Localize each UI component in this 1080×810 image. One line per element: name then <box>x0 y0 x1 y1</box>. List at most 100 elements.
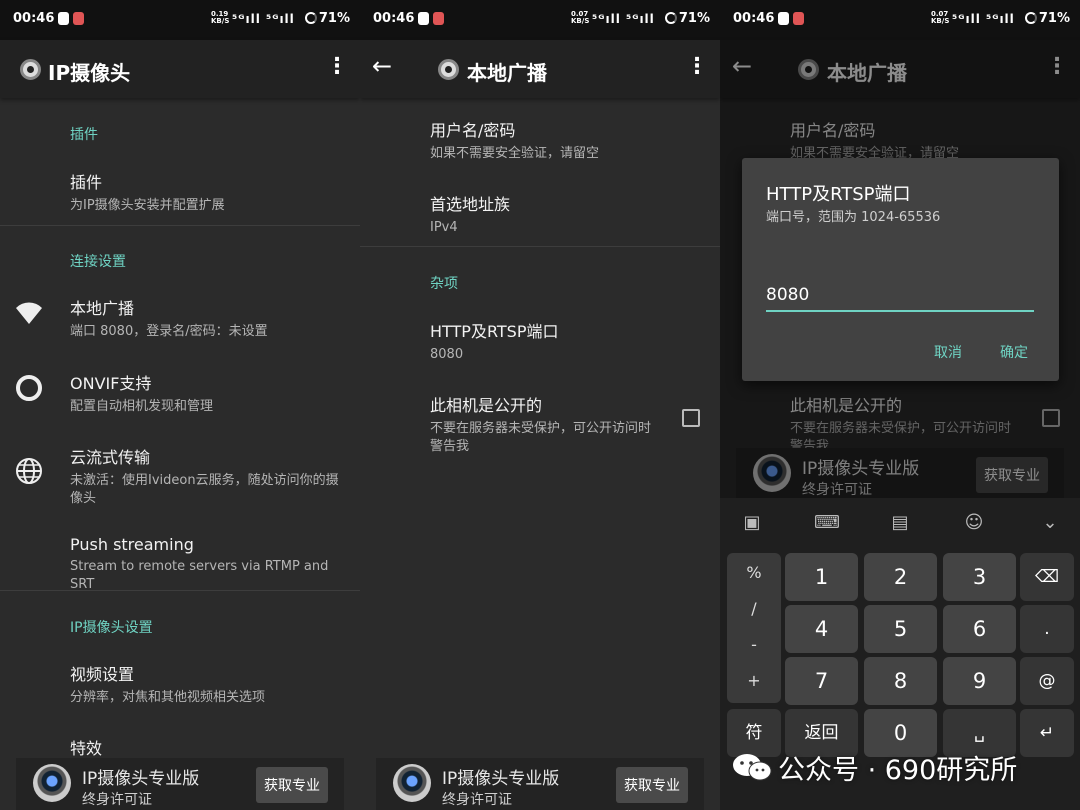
battery-icon <box>1024 12 1037 24</box>
document-icon[interactable]: ▤ <box>888 512 912 536</box>
setting-title: 特效 <box>70 739 103 758</box>
key-5[interactable]: 5 <box>864 605 937 653</box>
setting-subtitle: 8080 <box>430 347 464 362</box>
get-pro-button[interactable]: 获取专业 <box>256 767 328 803</box>
divider <box>360 246 720 247</box>
key-8[interactable]: 8 <box>864 657 937 705</box>
notification-icon <box>73 12 84 25</box>
setting-local-broadcast[interactable]: 本地广播 端口 8080，登录名/密码：未设置 <box>70 295 350 341</box>
key-7[interactable]: 7 <box>785 657 858 705</box>
globe-icon <box>16 458 42 484</box>
key-symbol[interactable]: + <box>727 671 781 690</box>
setting-subtitle: 端口 8080，登录名/密码：未设置 <box>70 324 268 339</box>
watermark: 公众号 · 690研究所 <box>720 742 1080 792</box>
battery: 71% <box>1024 11 1070 26</box>
pro-ad-banner[interactable]: IP摄像头专业版 终身许可证 获取专业 <box>376 758 704 810</box>
setting-title: 此相机是公开的 <box>430 396 543 415</box>
setting-subtitle: 不要在服务器未受保护，可公开访问时警告我 <box>430 421 652 454</box>
camera-lens-icon <box>393 764 431 802</box>
divider <box>0 225 360 226</box>
key-3[interactable]: 3 <box>943 553 1016 601</box>
overflow-menu-icon[interactable]: ⋮ <box>326 54 348 79</box>
cancel-button[interactable]: 取消 <box>934 342 962 362</box>
symbol-column: % / - + <box>727 553 781 703</box>
setting-username-password[interactable]: 用户名/密码 如果不需要安全验证，请留空 <box>430 117 710 163</box>
notification-icon <box>418 12 429 25</box>
overflow-menu-icon[interactable]: ⋮ <box>686 54 708 79</box>
setting-subtitle: IPv4 <box>430 220 458 235</box>
network-speed: 0.07 KB/S <box>931 10 950 25</box>
app-bar: IP摄像头 ⋮ <box>0 40 360 98</box>
setting-title: Push streaming <box>70 535 194 554</box>
key-9[interactable]: 9 <box>943 657 1016 705</box>
section-header-plugins: 插件 <box>70 127 98 143</box>
setting-video[interactable]: 视频设置 分辨率，对焦和其他视频相关选项 <box>70 661 350 707</box>
setting-subtitle: 未激活：使用Ivideon云服务，随处访问你的摄像头 <box>70 473 339 506</box>
page-title: 本地广播 <box>467 61 547 85</box>
dialog-title: HTTP及RTSP端口 <box>766 184 911 205</box>
pro-ad-banner[interactable]: IP摄像头专业版 终身许可证 获取专业 <box>16 758 344 810</box>
ad-title: IP摄像头专业版 <box>82 769 200 789</box>
wifi-icon <box>16 302 42 324</box>
get-pro-button[interactable]: 获取专业 <box>616 767 688 803</box>
setting-title: ONVIF支持 <box>70 374 152 393</box>
key-symbol[interactable]: / <box>727 599 781 618</box>
setting-effects[interactable]: 特效 <box>70 735 350 759</box>
section-header-misc: 杂项 <box>430 276 458 292</box>
network-speed: 0.07 KB/S <box>571 10 590 25</box>
keyboard-icon[interactable]: ⌨ <box>814 512 840 536</box>
settings-screen: 00:46 0.19 KB/S ⁵ᴳıll ⁵ᴳıll 71% IP摄像头 ⋮ 插… <box>0 0 360 810</box>
setting-port[interactable]: HTTP及RTSP端口 8080 <box>430 318 710 364</box>
notification-icon <box>433 12 444 25</box>
port-dialog-screen: 00:46 0.07 KB/S ⁵ᴳıll ⁵ᴳıll 71% ← 本地广播 ⋮ … <box>720 0 1080 810</box>
key-4[interactable]: 4 <box>785 605 858 653</box>
signal-icon: ⁵ᴳıll ⁵ᴳıll <box>952 12 1015 26</box>
backspace-key[interactable]: ⌫ <box>1020 553 1074 601</box>
setting-plugins[interactable]: 插件 为IP摄像头安装并配置扩展 <box>70 169 350 215</box>
battery: 71% <box>304 11 350 26</box>
dialog-subtitle: 端口号，范围为 1024-65536 <box>766 210 941 225</box>
setting-subtitle: Stream to remote servers via RTMP and SR… <box>70 559 329 592</box>
battery-icon <box>304 12 317 24</box>
camera-lens-icon <box>33 764 71 802</box>
back-arrow-icon[interactable]: ← <box>372 52 392 80</box>
key-dot[interactable]: . <box>1020 605 1074 653</box>
status-bar: 00:46 0.19 KB/S ⁵ᴳıll ⁵ᴳıll 71% <box>0 0 360 40</box>
local-broadcast-screen: 00:46 0.07 KB/S ⁵ᴳıll ⁵ᴳıll 71% ← 本地广播 ⋮ … <box>360 0 720 810</box>
battery-icon <box>664 12 677 24</box>
ad-subtitle: 终身许可证 <box>442 792 512 808</box>
network-speed: 0.19 KB/S <box>211 10 230 25</box>
onvif-icon <box>16 375 42 401</box>
setting-onvif[interactable]: ONVIF支持 配置自动相机发现和管理 <box>70 370 350 416</box>
notification-icon <box>793 12 804 25</box>
key-symbol[interactable]: - <box>727 635 781 654</box>
clipboard-icon[interactable]: ▣ <box>740 512 764 536</box>
key-symbol[interactable]: % <box>727 563 781 582</box>
notification-icon <box>778 12 789 25</box>
clock: 00:46 <box>373 11 415 26</box>
chevron-down-icon[interactable]: ⌄ <box>1038 512 1062 536</box>
clock: 00:46 <box>13 11 55 26</box>
ad-subtitle: 终身许可证 <box>82 792 152 808</box>
key-2[interactable]: 2 <box>864 553 937 601</box>
setting-cloud-streaming[interactable]: 云流式传输 未激活：使用Ivideon云服务，随处访问你的摄像头 <box>70 444 350 508</box>
setting-title: 插件 <box>70 173 103 192</box>
setting-public-camera[interactable]: 此相机是公开的 不要在服务器未受保护，可公开访问时警告我 <box>430 392 660 456</box>
public-camera-checkbox[interactable] <box>682 409 700 427</box>
ok-button[interactable]: 确定 <box>1000 342 1028 362</box>
setting-push-streaming[interactable]: Push streaming Stream to remote servers … <box>70 535 350 594</box>
wechat-icon <box>733 754 772 781</box>
watermark-text: 公众号 · 690研究所 <box>778 755 1018 786</box>
battery: 71% <box>664 11 710 26</box>
setting-subtitle: 如果不需要安全验证，请留空 <box>430 146 600 161</box>
setting-title: 首选地址族 <box>430 195 511 214</box>
key-1[interactable]: 1 <box>785 553 858 601</box>
port-input[interactable]: 8080 <box>766 282 1034 312</box>
setting-address-family[interactable]: 首选地址族 IPv4 <box>430 191 710 237</box>
key-at[interactable]: @ <box>1020 657 1074 705</box>
emoji-icon[interactable]: ☺ <box>962 512 986 536</box>
key-6[interactable]: 6 <box>943 605 1016 653</box>
port-dialog: HTTP及RTSP端口 端口号，范围为 1024-65536 8080 取消 确… <box>742 158 1059 381</box>
status-bar: 00:46 0.07 KB/S ⁵ᴳıll ⁵ᴳıll 71% <box>360 0 720 40</box>
app-logo-icon <box>438 59 459 80</box>
